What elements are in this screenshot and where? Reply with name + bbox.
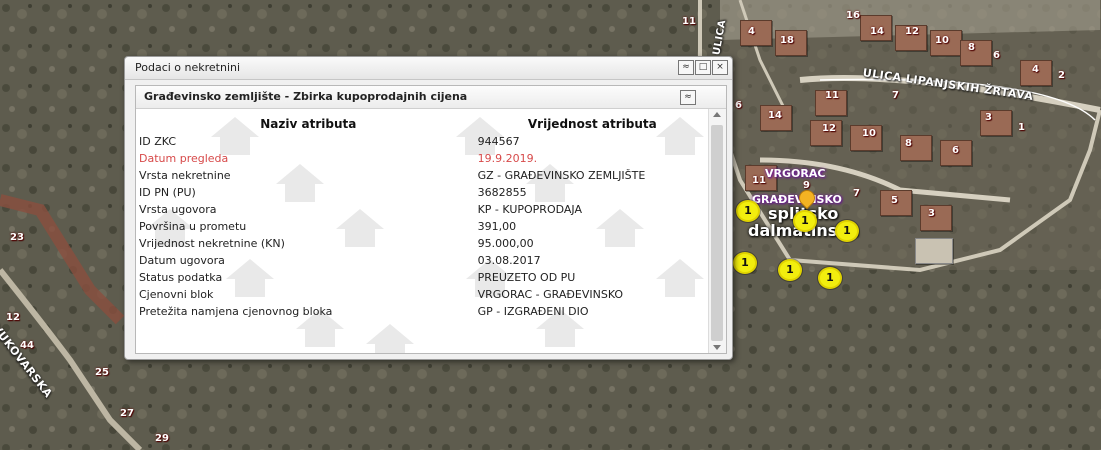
house-number: 7 [892, 90, 899, 101]
building [915, 238, 953, 264]
house-number: 4 [748, 26, 755, 37]
house-number: 10 [862, 128, 876, 139]
table-row: Vrijednost nekretnine (KN) 95.000,00 [139, 235, 707, 252]
building [920, 205, 952, 231]
house-number: 3 [985, 112, 992, 123]
attribute-name: Vrsta ugovora [139, 203, 217, 216]
house-number: 16 [846, 10, 860, 21]
attribute-name: ID PN (PU) [139, 186, 196, 199]
scroll-down-icon[interactable] [713, 345, 721, 350]
table-row: Datum pregleda 19.9.2019. [139, 150, 707, 167]
house-number: 11 [825, 90, 839, 101]
house-number: 2 [1058, 70, 1065, 81]
attribute-value: 19.9.2019. [477, 152, 538, 165]
attribute-value: 03.08.2017 [477, 254, 541, 267]
map-cluster[interactable]: 1 [818, 267, 842, 289]
column-header-value: Vrijednost atributa [527, 117, 657, 131]
house-number: 11 [752, 175, 766, 186]
table-header-row: Naziv atributa Vrijednost atributa [139, 115, 707, 133]
map-cluster[interactable]: 1 [736, 200, 760, 222]
house-number: 14 [870, 26, 884, 37]
attribute-name: ID ZKC [139, 135, 177, 148]
house-number: 5 [891, 195, 898, 206]
attribute-value: GP - IZGRAĐENI DIO [477, 305, 589, 318]
table-row: ID ZKC 944567 [139, 133, 707, 150]
attribute-name: Pretežita namjena cjenovnog bloka [139, 305, 333, 318]
column-header-attribute: Naziv atributa [260, 117, 357, 131]
house-number: 14 [768, 110, 782, 121]
property-info-window[interactable]: Podaci o nekretnini ≈ □ × Građevinsko ze… [124, 56, 733, 360]
house-number: 8 [905, 138, 912, 149]
attribute-name: Status podatka [139, 271, 223, 284]
house-number: 27 [120, 408, 134, 419]
house-number: 29 [155, 433, 169, 444]
scroll-thumb[interactable] [711, 125, 723, 341]
attribute-content: Naziv atributa Vrijednost atributa ID ZK… [136, 109, 707, 353]
attribute-value: GZ - GRAĐEVINSKO ZEMLJIŠTE [477, 169, 646, 182]
house-number: 7 [853, 188, 860, 199]
table-row: Pretežita namjena cjenovnog bloka GP - IZ… [139, 303, 707, 320]
attribute-value: 3682855 [477, 186, 527, 199]
house-number: 4 [1032, 64, 1039, 75]
region-label-vrgorac: VRGORAC [765, 167, 826, 180]
map-cluster[interactable]: 1 [835, 220, 859, 242]
window-title-bar[interactable]: Podaci o nekretnini ≈ □ × [125, 57, 732, 80]
attribute-name: Datum ugovora [139, 254, 225, 267]
house-number: 8 [968, 42, 975, 53]
map-cluster[interactable]: 1 [733, 252, 757, 274]
attribute-value: PREUZETO OD PU [477, 271, 576, 284]
section-panel: Građevinsko zemljište - Zbirka kupoproda… [135, 85, 727, 354]
attribute-name: Cjenovni blok [139, 288, 214, 301]
house-number: 12 [822, 123, 836, 134]
house-number: 11 [682, 16, 696, 27]
attribute-value: 944567 [477, 135, 520, 148]
house-number: 18 [780, 35, 794, 46]
building [960, 40, 992, 66]
attribute-value: VRGORAC - GRAĐEVINSKO [477, 288, 624, 301]
house-number: 23 [10, 232, 24, 243]
table-row: Status podatka PREUZETO OD PU [139, 269, 707, 286]
vertical-scrollbar[interactable] [708, 109, 726, 353]
table-row: Vrsta ugovora KP - KUPOPRODAJA [139, 201, 707, 218]
close-icon[interactable]: × [712, 60, 728, 75]
scroll-up-icon[interactable] [713, 112, 721, 117]
table-row: Cjenovni blok VRGORAC - GRAĐEVINSKO [139, 286, 707, 303]
section-title: Građevinsko zemljište - Zbirka kupoproda… [144, 90, 468, 103]
attribute-name: Površina u prometu [139, 220, 247, 233]
attribute-table: Naziv atributa Vrijednost atributa ID ZK… [139, 115, 707, 320]
section-collapse-icon[interactable]: ≈ [680, 90, 696, 105]
attribute-value: 391,00 [477, 220, 517, 233]
map-cluster[interactable]: 1 [778, 259, 802, 281]
window-title: Podaci o nekretnini [135, 61, 241, 74]
table-row: ID PN (PU) 3682855 [139, 184, 707, 201]
house-number: 6 [952, 145, 959, 156]
collapse-icon[interactable]: ≈ [678, 60, 694, 75]
house-number: 25 [95, 367, 109, 378]
building [740, 20, 772, 46]
attribute-value: KP - KUPOPRODAJA [477, 203, 582, 216]
table-row: Vrsta nekretnine GZ - GRAĐEVINSKO ZEMLJIŠ… [139, 167, 707, 184]
house-number: 12 [6, 312, 20, 323]
house-number: 10 [935, 35, 949, 46]
attribute-value: 95.000,00 [477, 237, 534, 250]
table-row: Površina u prometu 391,00 [139, 218, 707, 235]
house-number: 6 [735, 100, 742, 111]
table-row: Datum ugovora 03.08.2017 [139, 252, 707, 269]
map-cluster[interactable]: 1 [793, 210, 817, 232]
attribute-name: Vrsta nekretnine [139, 169, 231, 182]
house-number: 12 [905, 26, 919, 37]
maximize-icon[interactable]: □ [695, 60, 711, 75]
house-number: 1 [1018, 122, 1025, 133]
section-header[interactable]: Građevinsko zemljište - Zbirka kupoproda… [136, 86, 726, 109]
house-number: 6 [993, 50, 1000, 61]
attribute-name: Vrijednost nekretnine (KN) [139, 237, 285, 250]
house-number: 3 [928, 208, 935, 219]
attribute-name: Datum pregleda [139, 152, 229, 165]
